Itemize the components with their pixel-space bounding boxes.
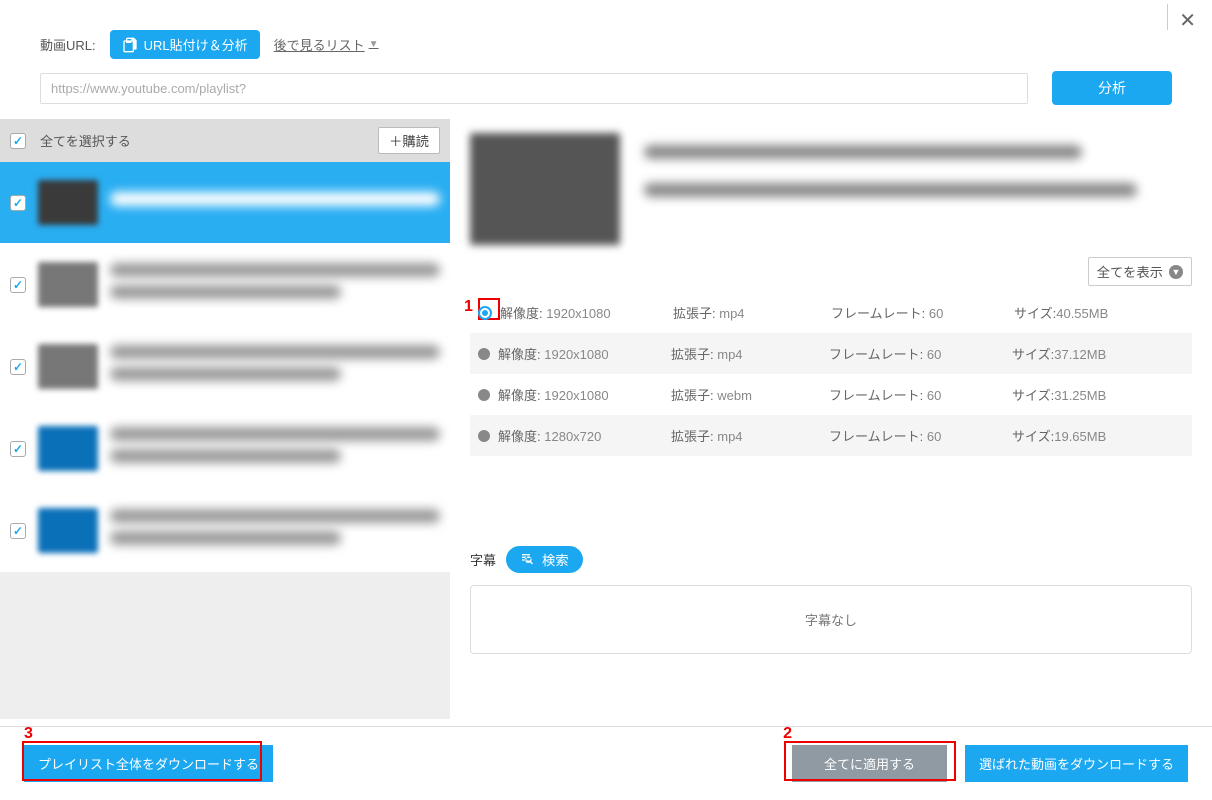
subtitle-label: 字幕 <box>470 550 496 569</box>
format-radio[interactable] <box>478 348 490 360</box>
item-checkbox[interactable] <box>10 359 26 375</box>
clipboard-icon <box>122 37 138 53</box>
footer: 3 プレイリスト全体をダウンロードする 2 全てに適用する 選ばれた動画をダウン… <box>0 726 1212 800</box>
subtitle-section: 字幕 検索 字幕なし <box>470 546 1192 654</box>
playlist-item[interactable] <box>0 408 450 490</box>
format-radio[interactable] <box>478 389 490 401</box>
apply-all-button[interactable]: 全てに適用する <box>792 745 947 782</box>
format-row[interactable]: 解像度: 1920x1080 拡張子: mp4 フレームレート: 60 サイズ:… <box>470 292 1192 333</box>
playlist-item[interactable] <box>0 162 450 244</box>
subtitle-search-label: 検索 <box>542 550 569 569</box>
caret-down-icon: ▼ <box>369 39 379 50</box>
download-playlist-button[interactable]: プレイリスト全体をダウンロードする <box>24 745 273 782</box>
watch-later-label: 後で見るリスト <box>274 35 365 54</box>
url-input[interactable]: https://www.youtube.com/playlist? <box>40 73 1028 104</box>
header: 動画URL: URL貼付け＆分析 後で見るリスト ▼ https://www.y… <box>0 0 1212 119</box>
item-thumbnail <box>38 508 98 553</box>
subtitle-search-button[interactable]: 検索 <box>506 546 583 573</box>
item-text <box>110 345 440 389</box>
item-text <box>110 192 440 214</box>
item-text <box>110 427 440 471</box>
playlist-item[interactable] <box>0 326 450 408</box>
analyze-button[interactable]: 分析 <box>1052 71 1172 105</box>
subscribe-button[interactable]: ＋購読 <box>378 127 440 154</box>
format-radio[interactable] <box>478 430 490 442</box>
sidebar-header: 全てを選択する ＋購読 <box>0 119 450 162</box>
select-all-checkbox[interactable] <box>10 133 26 149</box>
download-selected-button[interactable]: 選ばれた動画をダウンロードする <box>965 745 1188 782</box>
select-all-label: 全てを選択する <box>40 131 378 150</box>
playlist-item[interactable] <box>0 244 450 326</box>
show-all-label: 全てを表示 <box>1097 262 1163 281</box>
format-row[interactable]: 解像度: 1280x720 拡張子: mp4 フレームレート: 60 サイズ:1… <box>470 415 1192 456</box>
annotation-2: 2 <box>783 725 792 743</box>
item-thumbnail <box>38 262 98 307</box>
item-thumbnail <box>38 180 98 225</box>
chevron-down-icon: ▼ <box>1169 265 1183 279</box>
item-thumbnail <box>38 426 98 471</box>
item-text <box>110 509 440 553</box>
format-radio[interactable] <box>478 306 492 320</box>
video-meta <box>644 133 1192 245</box>
item-checkbox[interactable] <box>10 441 26 457</box>
item-thumbnail <box>38 344 98 389</box>
playlist-sidebar: 全てを選択する ＋購読 <box>0 119 450 719</box>
item-checkbox[interactable] <box>10 277 26 293</box>
paste-analyze-button[interactable]: URL貼付け＆分析 <box>110 30 260 59</box>
playlist-item[interactable] <box>0 490 450 572</box>
annotation-3: 3 <box>24 725 33 743</box>
show-all-button[interactable]: 全てを表示 ▼ <box>1088 257 1192 286</box>
detail-panel: 全てを表示 ▼ 1 解像度: 1920x1080 拡張子: mp4 フレームレー… <box>450 119 1212 719</box>
watch-later-link[interactable]: 後で見るリスト ▼ <box>274 35 379 54</box>
item-checkbox[interactable] <box>10 523 26 539</box>
main-content: 全てを選択する ＋購読 <box>0 119 1212 719</box>
video-header <box>470 133 1192 245</box>
item-checkbox[interactable] <box>10 195 26 211</box>
paste-analyze-label: URL貼付け＆分析 <box>144 35 248 54</box>
item-text <box>110 263 440 307</box>
video-thumbnail <box>470 133 620 245</box>
no-subtitle-box: 字幕なし <box>470 585 1192 654</box>
format-row[interactable]: 解像度: 1920x1080 拡張子: mp4 フレームレート: 60 サイズ:… <box>470 333 1192 374</box>
format-row[interactable]: 解像度: 1920x1080 拡張子: webm フレームレート: 60 サイズ… <box>470 374 1192 415</box>
format-list: 1 解像度: 1920x1080 拡張子: mp4 フレームレート: 60 サイ… <box>470 292 1192 456</box>
header-separator <box>1167 4 1168 30</box>
url-label: 動画URL: <box>40 35 96 54</box>
search-text-icon <box>520 552 536 568</box>
close-icon[interactable]: ✕ <box>1179 8 1196 33</box>
